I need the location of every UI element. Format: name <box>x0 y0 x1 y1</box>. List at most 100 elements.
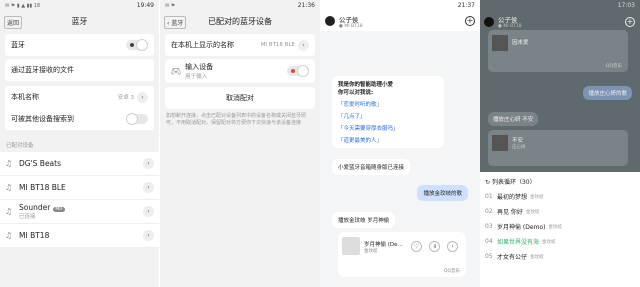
playlist-item[interactable]: 02 再见 你好 金玟岐 <box>480 204 640 219</box>
song-artist: 金玟岐 <box>364 249 378 254</box>
bluetooth-toggle-row[interactable]: 蓝牙 <box>5 34 154 56</box>
music-card[interactable]: 不安 庄心妍 <box>488 130 628 166</box>
playlist-item[interactable]: 03 岁月神偷 (Demo) 金玟岐 <box>480 219 640 234</box>
chevron-right-icon[interactable]: › <box>143 182 154 193</box>
receive-files-row[interactable]: 通过蓝牙接收的文件 <box>5 59 154 81</box>
back-button[interactable]: ‹ 蓝牙 <box>164 16 187 29</box>
bluetooth-switch[interactable] <box>126 39 148 51</box>
paired-device-detail-panel: ✉ ⚑ 21:36 ‹ 蓝牙 已配对的蓝牙设备 在本机上显示的名称 MI BT1… <box>160 0 320 287</box>
unpair-note: 如想断开连接，点击已配对设备列表中的设备名称或关闭蓝牙即可，不用取消配对。保留配… <box>166 113 307 126</box>
paired-device-item[interactable]: ♫ MI BT18 BLE › <box>0 176 159 200</box>
chevron-right-icon: › <box>298 39 309 51</box>
headphones-icon: ♫ <box>5 183 13 192</box>
display-name-label: 在本机上显示的名称 <box>171 41 234 49</box>
paired-devices-list: ♫ DG'S Beats › ♫ MI BT18 BLE › ♫ Sounder… <box>0 152 159 248</box>
device-name-row[interactable]: 本机名称 安卓 3 › <box>5 86 154 108</box>
music-card[interactable]: 岁月神偷 (De... 金玟岐 ♡ ॥ › QQ音乐 <box>338 232 466 277</box>
device-badge: MIF <box>53 207 66 212</box>
paired-devices-heading: 已配对设备 <box>6 143 34 149</box>
playlist-item-active[interactable]: 04 如果世界没有海 金玟岐 <box>480 234 640 249</box>
suggestion-link[interactable]: 「今天需要穿厚衣服吗」 <box>338 124 438 132</box>
receive-files-card: 通过蓝牙接收的文件 <box>5 59 154 81</box>
status-time: 19:49 <box>136 2 154 9</box>
reply-message: 播放庄心妍 不安 <box>488 112 539 126</box>
album-cover <box>492 135 508 151</box>
pause-icon[interactable]: ॥ <box>429 241 440 252</box>
paired-device-item[interactable]: ♫ DG'S Beats › <box>0 152 159 176</box>
paired-device-item[interactable]: ♫ MI BT18 › <box>0 224 159 248</box>
track-title: 岁月神偷 (Demo) <box>497 224 546 231</box>
paired-device-item[interactable]: ♫ Sounder MIF 已连接 › <box>0 200 159 224</box>
track-artist: 金玟岐 <box>530 254 544 260</box>
song-title: 因未爱 <box>512 40 529 46</box>
avatar <box>484 16 494 27</box>
album-cover <box>492 35 508 51</box>
album-cover <box>342 237 360 255</box>
receive-files-label: 通过蓝牙接收的文件 <box>11 66 74 74</box>
connected-message: 小爱蓝牙音箱随身版已连接 <box>332 159 411 175</box>
device-name-label: 本机名称 <box>11 93 39 101</box>
headphones-icon: ♫ <box>5 231 13 240</box>
track-title: 如果世界没有海 <box>497 239 540 246</box>
playlist-item[interactable]: 05 才女有公仔 金玟岐 <box>480 249 640 264</box>
playlist-item[interactable]: 01 最初的梦想 金玟岐 <box>480 189 640 204</box>
connected-device: MI BT18 <box>344 23 363 29</box>
track-title: 才女有公仔 <box>497 254 528 261</box>
discoverable-row[interactable]: 可被其他设备搜索到 <box>5 108 154 130</box>
page-title: 已配对的蓝牙设备 <box>208 16 272 26</box>
back-label: 蓝牙 <box>171 20 184 27</box>
chevron-right-icon[interactable]: › <box>143 158 154 169</box>
discoverable-switch[interactable] <box>126 113 148 125</box>
display-name-row[interactable]: 在本机上显示的名称 MI BT18 BLE › <box>165 34 315 56</box>
input-device-row[interactable]: 🎮︎ 输入设备 用于输入 <box>165 59 315 83</box>
track-title: 再见 你好 <box>497 209 523 216</box>
next-icon[interactable]: › <box>447 241 458 252</box>
play-message: 播放金玟岐 岁月神偷 <box>332 212 396 228</box>
user-message: 播放庄心妍的歌 <box>583 86 632 100</box>
status-time: 17:03 <box>617 2 635 9</box>
track-title: 最初的梦想 <box>497 194 528 201</box>
music-card[interactable]: 因未爱 QQ音乐 <box>488 30 628 72</box>
chevron-right-icon[interactable]: › <box>143 230 154 241</box>
source-label: QQ音乐 <box>605 64 622 69</box>
chevron-right-icon[interactable]: › <box>143 206 154 217</box>
suggestion-link[interactable]: 「几点了」 <box>338 112 438 120</box>
unpair-card: 取消配对 <box>165 87 315 109</box>
back-button[interactable]: 返回 <box>4 16 23 29</box>
device-name: Sounder <box>19 203 51 212</box>
input-device-card: 🎮︎ 输入设备 用于输入 <box>165 59 315 83</box>
avatar <box>325 16 335 26</box>
device-name: MI BT18 BLE <box>19 183 66 192</box>
unpair-button[interactable]: 取消配对 <box>165 87 315 109</box>
add-icon[interactable]: + <box>465 16 475 26</box>
track-artist: 金玟岐 <box>548 224 562 230</box>
bluetooth-label: 蓝牙 <box>11 41 25 49</box>
playlist-header[interactable]: ↻ 列表循环（30） <box>480 172 640 189</box>
intro-line-1: 我是你的智能助理小爱 <box>338 82 394 88</box>
suggestion-link[interactable]: 「恋爱时听的歌」 <box>338 100 438 108</box>
heart-icon[interactable]: ♡ <box>411 241 422 252</box>
status-bar: ✉ ⚑ ▮ ▲ ▮▮ 18 19:49 <box>0 0 159 11</box>
song-title: 不安 <box>512 138 524 144</box>
suggestion-link[interactable]: 「道更最美的人」 <box>338 136 438 144</box>
device-name: MI BT18 <box>19 231 50 240</box>
device-status: 已连接 <box>19 214 36 220</box>
input-device-sub: 用于输入 <box>185 74 208 80</box>
chat-header: 公子侯 ● MI BT18 + <box>320 11 480 31</box>
discoverable-label: 可被其他设备搜索到 <box>11 115 74 123</box>
status-time: 21:37 <box>457 2 475 9</box>
display-name-card: 在本机上显示的名称 MI BT18 BLE › <box>165 34 315 56</box>
input-device-switch[interactable] <box>287 65 309 77</box>
intro-line-2: 你可以对我说: <box>338 90 374 96</box>
device-name-value: 安卓 3 <box>117 95 134 101</box>
device-name-card: 本机名称 安卓 3 › 可被其他设备搜索到 <box>5 86 154 130</box>
playlist-overlay-panel: 17:03 公子侯 ● MI BT18 + 因未爱 QQ音乐 播放庄心妍的歌 播… <box>480 0 640 287</box>
user-message: 播放金玟岐的歌 <box>417 185 468 201</box>
status-bar: 21:37 <box>320 0 480 11</box>
status-time: 21:36 <box>297 2 315 9</box>
user-name: 公子侯 <box>339 15 359 24</box>
track-artist: 金玟岐 <box>542 239 556 245</box>
add-icon[interactable]: + <box>625 17 635 27</box>
source-label: QQ音乐 <box>443 269 460 274</box>
status-bar: ✉ ⚑ 21:36 <box>165 2 315 9</box>
